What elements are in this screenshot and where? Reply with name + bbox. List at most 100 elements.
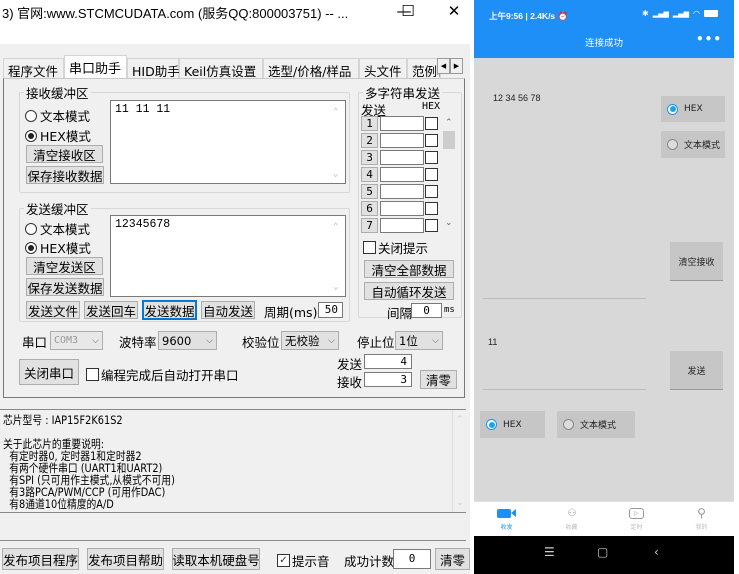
scroll-up-icon: ⌃ [333, 107, 339, 117]
multi-string-input-7[interactable] [380, 218, 424, 233]
more-icon[interactable]: ••• [696, 32, 722, 46]
interval-input[interactable]: 0 [411, 303, 442, 318]
multi-string-hex-checkbox-1[interactable] [425, 117, 438, 130]
receive-content: 11 11 11 [115, 103, 171, 116]
send-input[interactable]: 11 [488, 337, 497, 347]
stop-bits-select[interactable]: 1位 ⌵ [395, 331, 443, 350]
multi-string-hex-checkbox-3[interactable] [425, 151, 438, 164]
signal-icon: ▂▄▆ [652, 9, 669, 18]
maximize-button-glyph[interactable]: ☐ [388, 0, 428, 22]
multi-string-send-button-2[interactable]: 2 [361, 133, 378, 148]
period-input[interactable]: 50 [318, 302, 343, 318]
baud-select[interactable]: 9600 ⌵ [158, 331, 217, 350]
receive-text-mode-radio[interactable]: 文本模式 [25, 106, 90, 125]
tab-scroll-left-icon[interactable]: ◀ [437, 58, 450, 74]
publish-help-button[interactable]: 发布项目帮助 [87, 548, 164, 570]
nav-send-receive[interactable]: 收发 [474, 504, 539, 531]
clear-receive-button[interactable]: 清空接收区 [26, 145, 103, 163]
radio-selected-icon [25, 241, 37, 254]
tab-selection-price[interactable]: 选型/价格/样品 [263, 58, 359, 79]
multi-string-send-button-5[interactable]: 5 [361, 184, 378, 199]
received-data-text: 12 34 56 78 [493, 93, 541, 103]
nav-timer[interactable]: ▷ 定时 [604, 504, 669, 531]
success-reset-button[interactable]: 清零 [435, 548, 470, 570]
multi-string-scrollbar[interactable]: ⌃ ⌄ [442, 114, 456, 233]
sound-checkbox[interactable]: ✓ 提示音 [277, 551, 330, 570]
send-scrollbar[interactable]: ⌃ ⌄ [329, 216, 345, 296]
nav-favorites[interactable]: ⚇ 收藏 [539, 504, 604, 532]
close-hint-checkbox[interactable]: 关闭提示 [363, 238, 428, 257]
send-hex-mode-radio[interactable]: HEX模式 [25, 238, 91, 257]
send-enter-button[interactable]: 发送回车 [84, 301, 138, 319]
clear-receive-button[interactable]: 清空接收 [670, 242, 723, 281]
multi-string-hex-checkbox-5[interactable] [425, 185, 438, 198]
receive-textarea[interactable]: 11 11 11 ⌃ ⌄ [110, 100, 346, 184]
send-data-button[interactable]: 发送数据 [142, 300, 197, 320]
send-file-button[interactable]: 发送文件 [26, 301, 80, 319]
home-icon[interactable]: ▢ [597, 545, 608, 559]
checkbox-checked-icon: ✓ [277, 554, 290, 567]
multi-string-input-4[interactable] [380, 167, 424, 182]
back-icon[interactable]: ‹ [654, 545, 659, 559]
read-disk-button[interactable]: 读取本机硬盘号 [172, 548, 260, 570]
parity-select[interactable]: 无校验 ⌵ [281, 331, 339, 350]
send-buffer-legend: 发送缓冲区 [26, 202, 89, 217]
menu-icon[interactable]: ☰ [544, 545, 555, 559]
multi-string-input-2[interactable] [380, 133, 424, 148]
clear-send-button[interactable]: 清空发送区 [26, 257, 103, 275]
multi-string-input-6[interactable] [380, 201, 424, 216]
baud-label: 波特率 [119, 335, 157, 350]
multi-string-send-button-3[interactable]: 3 [361, 150, 378, 165]
tab-keil-settings[interactable]: Keil仿真设置 [179, 58, 263, 79]
close-port-button[interactable]: 关闭串口 [19, 359, 79, 385]
tab-scroll-right-icon[interactable]: ▶ [450, 58, 463, 74]
port-select[interactable]: COM3 ⌵ [50, 331, 103, 350]
tab-serial-assistant[interactable]: 串口助手 [64, 55, 127, 78]
grid-icon: ⚇ [567, 507, 577, 519]
multi-string-hex-checkbox-2[interactable] [425, 134, 438, 147]
tab-program-file[interactable]: 程序文件 [3, 58, 64, 79]
send-text-mode-radio[interactable]: 文本模式 [557, 411, 635, 438]
success-count-label: 成功计数 [344, 554, 395, 569]
multi-string-input-1[interactable] [380, 116, 424, 131]
receive-hex-mode-radio[interactable]: HEX模式 [25, 126, 91, 145]
send-textarea[interactable]: 12345678 ⌃ ⌄ [110, 215, 346, 297]
auto-send-button[interactable]: 自动发送 [201, 301, 255, 319]
nav-profile[interactable]: ⚲ 我的 [669, 504, 734, 531]
chevron-down-icon: ⌵ [328, 335, 335, 346]
multi-string-input-5[interactable] [380, 184, 424, 199]
multi-string-send-button-6[interactable]: 6 [361, 201, 378, 216]
tab-examples[interactable]: 范例程 [407, 58, 441, 78]
multi-string-send-button-1[interactable]: 1 [361, 116, 378, 131]
save-send-button[interactable]: 保存发送数据 [26, 278, 104, 296]
multi-string-input-3[interactable] [380, 150, 424, 165]
send-hex-radio[interactable]: HEX [480, 411, 545, 438]
clear-all-data-button[interactable]: 清空全部数据 [364, 260, 454, 278]
tab-header-file[interactable]: 头文件 [359, 58, 407, 79]
multi-string-hex-checkbox-4[interactable] [425, 168, 438, 181]
scroll-thumb[interactable] [443, 131, 455, 149]
scroll-up-icon: ⌃ [445, 118, 453, 128]
multi-string-hex-checkbox-7[interactable] [425, 219, 438, 232]
multi-string-send-button-4[interactable]: 4 [361, 167, 378, 182]
auto-loop-send-button[interactable]: 自动循环发送 [364, 282, 454, 300]
send-button[interactable]: 发送 [670, 351, 723, 390]
checkbox-icon [86, 368, 99, 381]
reset-count-button[interactable]: 清零 [420, 370, 457, 389]
close-button[interactable]: ✕ [434, 0, 474, 22]
save-receive-button[interactable]: 保存接收数据 [26, 166, 104, 184]
receive-scrollbar[interactable]: ⌃ ⌄ [329, 101, 345, 183]
stc-isp-window: 3) 官网:www.STCMCUDATA.com (服务QQ:800003751… [0, 0, 470, 574]
stop-bits-label: 停止位 [357, 335, 395, 350]
publish-program-button[interactable]: 发布项目程序 [2, 548, 79, 570]
recv-text-mode-radio[interactable]: 文本模式 [661, 131, 725, 158]
recv-hex-radio[interactable]: HEX [661, 96, 725, 122]
tab-hid-assistant[interactable]: HID助手 [127, 58, 180, 79]
scroll-down-icon: ⌄ [333, 282, 339, 292]
multi-string-send-button-7[interactable]: 7 [361, 218, 378, 233]
multi-string-hex-checkbox-6[interactable] [425, 202, 438, 215]
auto-open-port-checkbox[interactable]: 编程完成后自动打开串口 [86, 365, 239, 384]
send-text-mode-radio[interactable]: 文本模式 [25, 219, 90, 238]
bluetooth-icon: ✱ [642, 9, 649, 18]
info-scrollbar[interactable]: ⌃ ⌄ [452, 410, 466, 512]
